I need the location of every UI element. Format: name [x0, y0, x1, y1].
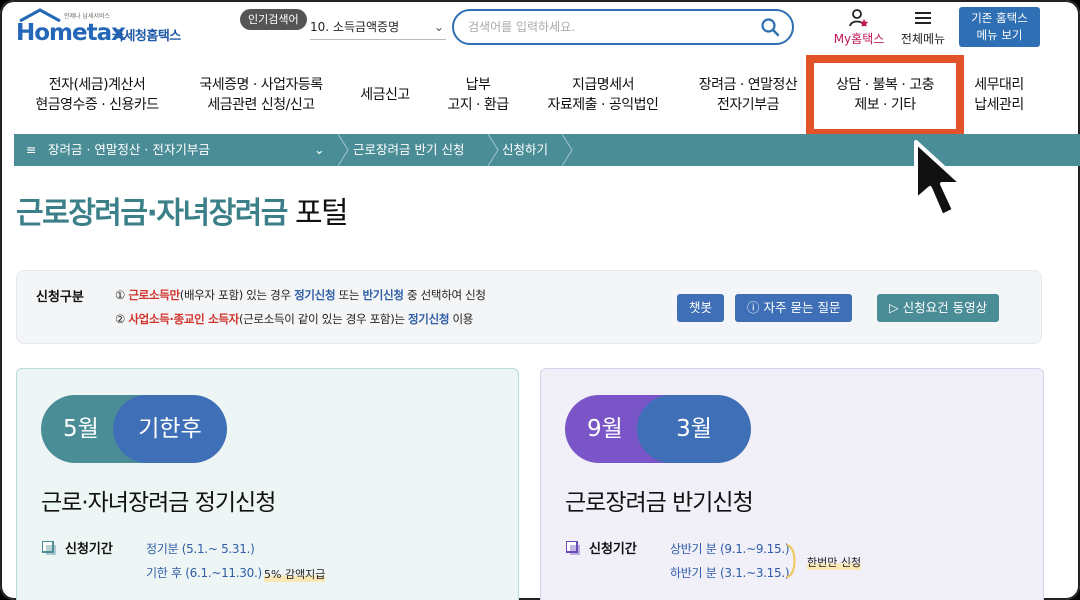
nav-item-payment[interactable]: 납부 고지 · 환급 — [438, 75, 518, 115]
regular-application-card[interactable]: 5월 기한후 근로·자녀장려금 정기신청 신청기간 정기분 (5.1.~ 5.3… — [16, 368, 519, 600]
legacy-hometax-button[interactable]: 기존 홈택스 메뉴 보기 — [959, 7, 1040, 47]
period-label: 신청기간 — [589, 542, 637, 557]
page-title-accent: 근로장려금·자녀장려금 — [16, 196, 288, 231]
faq-button[interactable]: ⓘ 자주 묻는 질문 — [735, 294, 853, 322]
nav-item-consultation[interactable]: 상담 · 불복 · 고충 제보 · 기타 — [822, 75, 948, 115]
nav-item-certificates[interactable]: 국세증명 · 사업자등록 세금관련 신청/신고 — [188, 75, 334, 115]
nav-label-line2: 제보 · 기타 — [854, 97, 916, 113]
popular-search-select[interactable]: 10. 소득금액증명 ⌄ — [310, 14, 446, 40]
play-icon: ▷ — [889, 300, 899, 315]
search-input[interactable] — [468, 17, 748, 37]
period-first-half: 상반기 분 (9.1.~9.15.) — [670, 542, 790, 556]
nav-label-line1: 지급명세서 — [572, 77, 634, 93]
plain-text: (근로소득이 같이 있는 경우 포함)는 — [238, 312, 405, 326]
all-menu-button[interactable]: 전체메뉴 — [896, 8, 950, 47]
nav-label-line1: 세금신고 — [360, 87, 410, 103]
line-number: ② — [115, 312, 126, 326]
nav-item-tax-agent[interactable]: 세무대리 납세관리 — [966, 75, 1032, 115]
nav-item-incentives[interactable]: 장려금 · 연말정산 전자기부금 — [686, 75, 810, 115]
card-title: 근로·자녀장려금 정기신청 — [41, 490, 276, 516]
plain-text: 또는 — [338, 288, 360, 302]
search-box[interactable] — [452, 9, 794, 45]
breadcrumb-separator-icon — [561, 134, 573, 166]
blue-text: 반기신청 — [362, 288, 404, 302]
nav-label-line2: 자료제출 · 공익법인 — [547, 97, 659, 113]
red-text: 근로소득만 — [128, 288, 180, 302]
breadcrumb-item-leaf[interactable]: 신청하기 — [502, 134, 548, 166]
line-number: ① — [115, 288, 126, 302]
square-bullet-icon — [566, 541, 580, 555]
toggle-right[interactable]: 3월 — [637, 395, 751, 463]
reduction-note: 5% 감액지급 — [264, 566, 326, 582]
nav-label-line2: 전자기부금 — [717, 97, 779, 113]
nav-label-line2: 납세관리 — [974, 97, 1024, 113]
nav-item-payment-statement[interactable]: 지급명세서 자료제출 · 공익법인 — [540, 75, 666, 115]
nav-label-line1: 상담 · 불복 · 고충 — [836, 77, 934, 93]
chatbot-button[interactable]: 챗봇 — [677, 294, 725, 322]
plain-text: 이용 — [452, 312, 474, 326]
logo-korean: 국세청홈택스 — [112, 29, 181, 44]
user-icon — [849, 9, 869, 27]
period-toggle: 5월 기한후 — [41, 395, 227, 463]
period-late: 기한 후 (6.1.~11.30.) — [146, 566, 262, 580]
faq-label: 자주 묻는 질문 — [763, 300, 841, 315]
question-icon: ⓘ — [747, 300, 760, 315]
info-line-2: ② 사업소득·종교인 소득자(근로소득이 같이 있는 경우 포함)는 정기신청 … — [115, 311, 473, 327]
video-button[interactable]: ▷ 신청요건 동영상 — [877, 294, 1000, 322]
breadcrumb-separator-icon — [337, 134, 349, 166]
browser-page: 언제나 납세서비스 Hometax 국세청홈택스 인기검색어 10. 소득금액증… — [0, 0, 1080, 600]
nav-label-line1: 납부 — [465, 77, 491, 93]
video-label: 신청요건 동영상 — [902, 300, 988, 315]
once-note: 한번만 신청 — [807, 554, 862, 570]
search-icon[interactable] — [760, 17, 780, 37]
nav-label-line2: 현금영수증 · 신용카드 — [35, 97, 159, 113]
period-second-half: 하반기 분 (3.1.~3.15.) — [670, 566, 790, 580]
bracket-icon — [786, 544, 796, 578]
logo-tagline: 언제나 납세서비스 — [64, 13, 111, 20]
mouse-pointer-icon — [914, 140, 964, 218]
application-type-info: 신청구분 ① 근로소득만(배우자 포함) 있는 경우 정기신청 또는 반기신청 … — [16, 270, 1042, 344]
popular-search-value: 10. 소득금액증명 — [310, 20, 400, 34]
nav-label-line1: 전자(세금)계산서 — [48, 77, 146, 93]
my-hometax-label: My홈택스 — [833, 32, 885, 46]
square-bullet-icon — [42, 541, 56, 555]
all-menu-label: 전체메뉴 — [900, 32, 946, 46]
plain-text: 중 선택하여 신청 — [407, 288, 486, 302]
plain-text: (배우자 포함) 있는 경우 — [179, 288, 291, 302]
legacy-line2: 메뉴 보기 — [976, 28, 1023, 42]
page-title-rest: 포털 — [294, 196, 349, 231]
nav-label-line1: 세무대리 — [974, 77, 1024, 93]
period-label: 신청기간 — [65, 542, 113, 557]
toggle-right[interactable]: 기한후 — [113, 395, 227, 463]
info-line-1: ① 근로소득만(배우자 포함) 있는 경우 정기신청 또는 반기신청 중 선택하… — [115, 287, 486, 303]
chevron-down-icon[interactable]: ⌄ — [314, 134, 324, 166]
logo-brand: Hometax — [16, 20, 126, 46]
period-toggle: 9월 3월 — [565, 395, 751, 463]
breadcrumb-item-category[interactable]: 장려금 · 연말정산 · 전자기부금 — [48, 134, 210, 166]
popular-search-badge: 인기검색어 — [240, 9, 307, 30]
breadcrumb-separator-icon — [487, 134, 499, 166]
chevron-down-icon: ⌄ — [433, 20, 444, 34]
nav-item-tax-filing[interactable]: 세금신고 — [350, 85, 420, 105]
blue-text: 정기신청 — [408, 312, 450, 326]
hamburger-icon — [915, 12, 931, 24]
top-header: 언제나 납세서비스 Hometax 국세청홈택스 인기검색어 10. 소득금액증… — [0, 0, 1080, 58]
nav-label-line2: 고지 · 환급 — [447, 97, 509, 113]
nav-item-e-invoice[interactable]: 전자(세금)계산서 현금영수증 · 신용카드 — [32, 75, 162, 115]
breadcrumb-menu-icon[interactable]: ≡ — [26, 134, 36, 166]
info-label: 신청구분 — [36, 290, 84, 305]
legacy-line1: 기존 홈택스 — [971, 11, 1028, 25]
my-hometax-button[interactable]: My홈택스 — [828, 8, 890, 47]
nav-label-line1: 국세증명 · 사업자등록 — [199, 77, 323, 93]
breadcrumb-item-sub[interactable]: 근로장려금 반기 신청 — [353, 134, 464, 166]
hometax-logo[interactable]: 언제나 납세서비스 Hometax 국세청홈택스 — [16, 8, 196, 48]
nav-label-line2: 세금관련 신청/신고 — [207, 97, 315, 113]
red-text: 사업소득·종교인 소득자 — [128, 312, 239, 326]
page-title: 근로장려금·자녀장려금 포털 — [16, 188, 349, 232]
card-title: 근로장려금 반기신청 — [565, 490, 754, 516]
period-regular: 정기분 (5.1.~ 5.31.) — [146, 542, 255, 556]
blue-text: 정기신청 — [294, 288, 336, 302]
half-year-application-card[interactable]: 9월 3월 근로장려금 반기신청 신청기간 상반기 분 (9.1.~9.15.)… — [540, 368, 1044, 600]
nav-label-line1: 장려금 · 연말정산 — [698, 77, 798, 93]
